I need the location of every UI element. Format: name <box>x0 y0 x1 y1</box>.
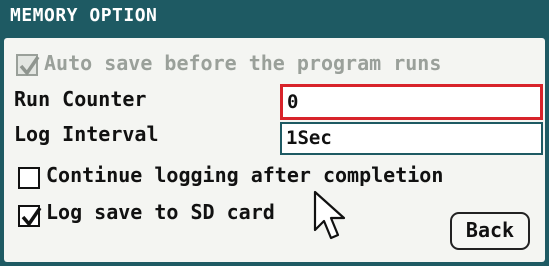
log-save-sd-label: Log save to SD card <box>46 200 275 224</box>
memory-option-dialog: MEMORY OPTION Auto save before the progr… <box>0 0 549 266</box>
log-save-sd-checkbox[interactable] <box>18 205 42 227</box>
run-counter-label: Run Counter <box>14 87 147 111</box>
mouse-pointer-icon <box>313 190 346 240</box>
log-interval-label: Log Interval <box>14 122 159 146</box>
check-icon <box>21 207 42 227</box>
dialog-title: MEMORY OPTION <box>10 5 158 26</box>
continue-logging-label: Continue logging after completion <box>46 163 444 187</box>
auto-save-label: Auto save before the program runs <box>44 51 442 75</box>
auto-save-checkbox <box>16 54 40 76</box>
log-interval-value: 1Sec <box>286 127 332 149</box>
run-counter-input[interactable]: 0 <box>280 84 543 120</box>
title-bar: MEMORY OPTION <box>0 0 549 36</box>
log-interval-input[interactable]: 1Sec <box>280 122 543 155</box>
run-counter-value: 0 <box>287 91 299 113</box>
check-icon <box>19 56 40 76</box>
options-panel: Auto save before the program runs Run Co… <box>4 38 545 262</box>
continue-logging-checkbox[interactable] <box>18 167 40 189</box>
back-button[interactable]: Back <box>450 212 530 250</box>
